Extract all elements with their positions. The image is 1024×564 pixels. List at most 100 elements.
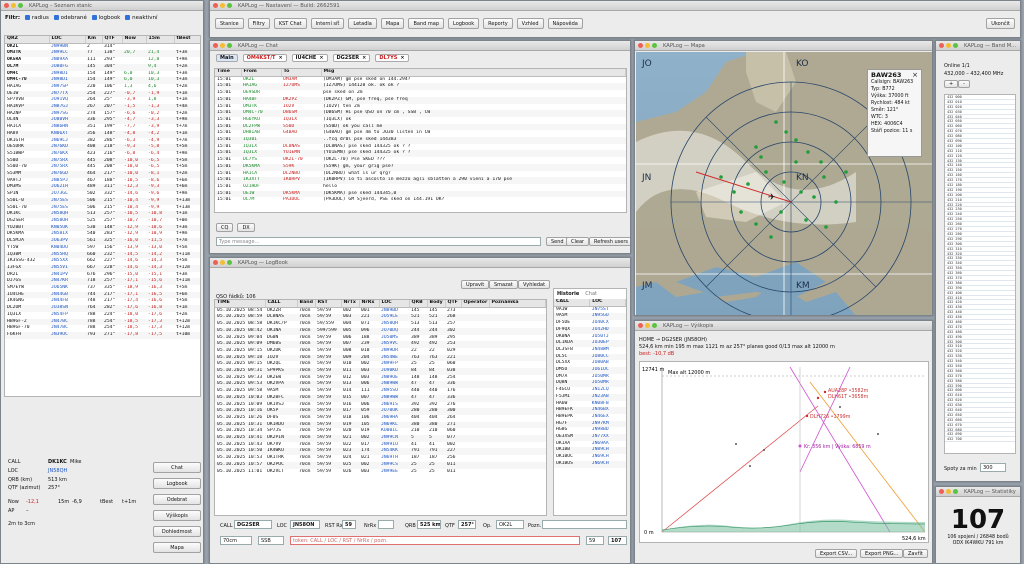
history-row[interactable]: F4GCU JN12LQ [554, 387, 626, 394]
mapa-button[interactable]: Mapa [153, 542, 201, 553]
column-header[interactable]: Band [297, 300, 316, 308]
history-row[interactable]: HG7F JN97KM [554, 420, 626, 428]
history-row[interactable]: DF9QX JO42HD [554, 326, 626, 334]
chat-row[interactable]: 15:01 DH8IAB G4BAO (G4BAO) gm pse 4m to JO3… [215, 130, 626, 137]
main-titlebar[interactable]: KAPLog — Nastavení — Build: 2662591 [210, 1, 1020, 11]
station-dot[interactable] [754, 222, 758, 226]
station-row[interactable]: SP1N JO73GL 502 332° -14,6 -9,6 t+9m [5, 191, 200, 198]
column-header[interactable]: From [241, 69, 282, 77]
station-row[interactable]: HA1AG JN97SP 220 106° 1,3 4,6 t+2m [5, 84, 200, 91]
station-row[interactable]: YO2BBT KN05UK 530 148° -12,9 -10,6 t+3m [5, 224, 200, 232]
station-dot[interactable] [794, 160, 798, 164]
column-header[interactable]: Poznámka [489, 300, 546, 308]
minimize-icon[interactable] [645, 323, 650, 328]
letadla-button[interactable]: Letadla [348, 18, 377, 29]
vyskopis-button[interactable]: Výškopis [153, 510, 201, 521]
station-row[interactable]: DJ7GS JN47KR 718 257° -17,1 -15,6 t+11m [5, 278, 200, 286]
logbook-row[interactable]: 05.10.2025 09:18 IO2V 70cm 59/59 009 204 JN54W… [215, 354, 546, 362]
chat-row[interactable]: 15:01 OE1W DK5KMA (DK5KMA) pse sked 144345,… [215, 190, 626, 198]
zavrit-button[interactable]: Zavřít [903, 549, 928, 558]
column-header[interactable]: CALL [265, 300, 298, 308]
minimize-icon[interactable] [220, 260, 225, 265]
station-dot[interactable] [794, 138, 798, 142]
close-icon[interactable] [213, 3, 218, 8]
chat-row[interactable]: 15:01 IQ3BI ..fcq dr0l pse sked 144383 [215, 137, 626, 144]
history-row[interactable]: DF5DE JO40CX [554, 320, 626, 327]
logbook-row[interactable]: 05.10.2025 08:54 OK2ZR 70cm 59/59 002 001 JN89… [215, 307, 546, 314]
popup-close-icon[interactable]: × [912, 72, 918, 79]
tab-historie[interactable]: Historie [557, 291, 579, 297]
tab-dg2ser[interactable]: DG2SER × [332, 54, 371, 62]
station-dot[interactable] [779, 210, 783, 214]
entry-qrb-input[interactable]: 525 km [417, 520, 441, 529]
dx-button[interactable]: DX [237, 223, 255, 232]
logbook-row[interactable]: 05.10.2025 09:31 SP9PKS 70cm 59/59 011 003 JO9… [215, 368, 546, 375]
stations-titlebar[interactable]: KAPLog – Seznam stanic [1, 1, 203, 11]
nrtx-input[interactable]: 59 [586, 536, 604, 545]
column-header[interactable]: Time [215, 69, 242, 77]
column-header[interactable]: Now [122, 36, 147, 44]
column-header[interactable]: LOC [589, 299, 626, 307]
chat-row[interactable]: 15:01 HA4BF DK2PZ (DK2PZ) GM, pse freq, pse… [215, 96, 626, 104]
minimize-icon[interactable] [11, 3, 16, 8]
chat-row[interactable]: 15:01 IQ3LX DL8NAS (DL8NAS) pse sked 144325… [215, 144, 626, 151]
station-dot[interactable] [804, 218, 808, 222]
station-row[interactable]: DL5MJA JO63PV 561 325° -16,0 -11,5 t+7m [5, 238, 200, 245]
logbook-row[interactable]: 05.10.2025 10:16 OK5P 70cm 59/59 017 059 JO70U… [215, 408, 546, 415]
logbook-button[interactable]: Logbook [448, 18, 480, 29]
column-header[interactable]: Msg [321, 69, 626, 77]
history-row[interactable]: OK1BUC JN69CH [554, 454, 626, 461]
column-header[interactable]: NrTx [341, 300, 360, 308]
station-dot[interactable] [754, 145, 758, 149]
station-row[interactable]: S53MM JN76GD 464 217° -10,0 -8,1 t+2m [5, 171, 200, 178]
station-row[interactable]: HA1KVP JN87GJ 267 207° -1,5 -1,3 t+4m [5, 104, 200, 111]
close-icon[interactable] [638, 323, 643, 328]
logbook-row[interactable]: 05.10.2025 09:04 DG0N 70cm 59/59 006 188 JO50M… [215, 335, 546, 342]
band-map-button[interactable]: Band map [408, 18, 444, 29]
close-icon[interactable] [939, 489, 944, 494]
station-dot[interactable] [819, 160, 823, 164]
station-dot[interactable] [769, 235, 773, 239]
logbook-row[interactable]: 05.10.2025 09:53 OK2VPA 70cm 59/59 013 006 JN8… [215, 381, 546, 389]
chat-row[interactable]: 15:01 HA1CA DL2NBU (DL2NBU) what is ur qrg? [215, 171, 626, 178]
station-row[interactable]: F6KFH JN39OC 793 271° -17,8 -17,5 t+10m [5, 331, 200, 339]
entry-op-select[interactable]: OK2L [496, 520, 524, 529]
station-dot[interactable] [784, 130, 788, 134]
history-row[interactable]: OK1AA JN69AA [554, 441, 626, 448]
history-row[interactable]: 9A5M JN95GO [554, 313, 626, 321]
cq-button[interactable]: CQ [216, 223, 234, 232]
filter-logbook-checkbox[interactable]: logbook [91, 15, 120, 21]
minimize-icon[interactable] [220, 43, 225, 48]
column-header[interactable]: RST [315, 300, 342, 308]
station-row[interactable]: OL4N JO80VH 336 295° -4,7 -3,3 t+9m [5, 117, 200, 125]
history-row[interactable]: OK1BB JN89CH [554, 447, 626, 455]
reporty-button[interactable]: Reporty [483, 18, 513, 29]
station-dot[interactable] [764, 170, 768, 174]
entry-nrrx-input[interactable] [378, 520, 394, 529]
station-dot[interactable] [824, 225, 828, 229]
interni-sit-button[interactable]: Interní síť [310, 18, 345, 29]
column-header[interactable]: TIME [215, 300, 266, 308]
logbook-row[interactable]: 05.10.2025 08:59 DL8NAS 70cm 59/59 003 221 JO5… [215, 314, 546, 322]
mapa-button[interactable]: Mapa [380, 18, 405, 29]
freq-row[interactable]: 432 700 [945, 437, 1015, 443]
station-dot[interactable] [812, 195, 816, 199]
station-row[interactable]: HA2NP JN97SG 274 157° -6,6 -0,2 t+2m [5, 111, 200, 118]
logbook-row[interactable]: 05.10.2025 10:03 OK2BFC 70cm 59/59 015 007 JN8… [215, 394, 546, 402]
station-row[interactable]: DM3MS JO62IH 489 311° -12,3 -9,3 t+6m [5, 184, 200, 192]
logbook-table-panel[interactable]: TIME CALL Band RST NrTx NrRx LOC QRB Body QTF Oper… [214, 299, 547, 516]
tab-main[interactable]: Main [216, 54, 238, 62]
zoom-in-button[interactable]: + [944, 80, 959, 88]
logbook-row[interactable]: 05.10.2025 09:15 OK2QL 70cm 59/59 010 002 JN99… [215, 361, 546, 368]
chat-row[interactable]: 15:01 HG6YKO IQ3LX (IQ3LX) ok [215, 117, 626, 124]
station-dot[interactable] [759, 155, 763, 159]
station-dot[interactable] [774, 120, 778, 124]
logbook-row[interactable]: 05.10.2025 10:57 OK2PUC 70cm 59/59 025 002 JN9… [215, 461, 546, 469]
logbook-row[interactable]: 05.10.2025 08:58 DK1KC/P 70cm 59/559 004 071 J… [215, 321, 546, 328]
history-row[interactable]: 9A1W JN75ST [554, 306, 626, 313]
history-row[interactable]: F5JMI JN23AB [554, 393, 626, 401]
station-row[interactable]: OK1GTH JN69LJ 382 286° -6,3 -4,9 t+7m [5, 138, 200, 145]
column-header[interactable]: QTF [445, 300, 462, 308]
history-row[interactable]: DL5C JO80CC [554, 353, 626, 361]
mode-select[interactable]: SSB [258, 536, 284, 545]
